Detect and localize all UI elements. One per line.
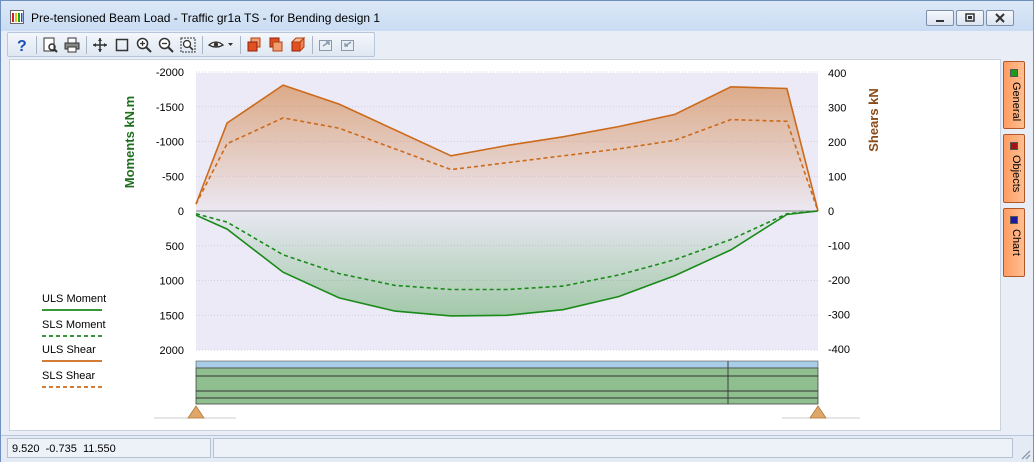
- right-tick-label: 0: [828, 206, 834, 218]
- tab-objects[interactable]: Objects: [1003, 134, 1025, 203]
- zoom-extents-button[interactable]: [178, 35, 198, 55]
- print-preview-button[interactable]: [40, 35, 60, 55]
- view-side-button[interactable]: [266, 35, 286, 55]
- coordinates-panel: 9.520 -0.735 11.550: [7, 438, 211, 458]
- right-support-icon: [809, 405, 827, 419]
- general-square-icon: [1010, 69, 1018, 77]
- zoom-out-icon: [158, 37, 174, 53]
- beam-body: [195, 367, 819, 405]
- tab-chart[interactable]: Chart: [1003, 208, 1025, 277]
- import-icon: [341, 40, 354, 51]
- beam-top-flange: [195, 360, 819, 369]
- tab-general[interactable]: General: [1003, 61, 1025, 129]
- question-icon: ?: [17, 38, 27, 53]
- minimize-icon: [936, 20, 944, 22]
- zoom-in-icon: [136, 37, 152, 53]
- move-arrows-icon: [93, 38, 107, 52]
- tab-objects-label: Objects: [1010, 155, 1022, 193]
- export-button[interactable]: [316, 35, 336, 55]
- resize-grip-icon[interactable]: [1019, 448, 1031, 460]
- print-button[interactable]: [62, 35, 82, 55]
- zoom-out-button[interactable]: [156, 35, 176, 55]
- right-tick-label: -100: [828, 241, 850, 253]
- tab-chart-label: Chart: [1010, 229, 1022, 256]
- restore-button[interactable]: [956, 10, 984, 26]
- cube-3d-icon: [290, 37, 306, 53]
- right-tick-label: 300: [828, 103, 846, 115]
- legend-label: SLS Shear: [42, 370, 96, 382]
- toolbar-separator: [86, 36, 87, 54]
- eye-icon: [208, 41, 233, 48]
- left-support-icon: [187, 405, 205, 419]
- export-icon: [319, 40, 332, 51]
- pan-button[interactable]: [90, 35, 110, 55]
- zoom-in-button[interactable]: [134, 35, 154, 55]
- toolbar-separator: [312, 36, 313, 54]
- right-tick-label: -300: [828, 310, 850, 322]
- toolbar-separator: [202, 36, 203, 54]
- left-tick-label: 2000: [160, 345, 184, 357]
- help-button[interactable]: ?: [12, 35, 32, 55]
- toolbar-separator: [36, 36, 37, 54]
- shears-axis-title: Shears kN: [866, 88, 881, 152]
- legend-label: ULS Moment: [42, 293, 106, 305]
- view-3d-button[interactable]: [288, 35, 308, 55]
- cube-front-icon: [247, 37, 261, 52]
- status-bar: 9.520 -0.735 11.550: [1, 435, 1033, 462]
- moments-axis-title: Moments kN.m: [122, 96, 137, 188]
- right-tick-label: 100: [828, 172, 846, 184]
- legend-label: ULS Shear: [42, 344, 96, 356]
- legend-label: SLS Moment: [42, 319, 106, 331]
- rectangle-icon: [115, 38, 129, 52]
- left-tick-label: 1500: [160, 310, 184, 322]
- import-button[interactable]: [338, 35, 358, 55]
- left-tick-label: -2000: [156, 67, 184, 79]
- view-front-button[interactable]: [244, 35, 264, 55]
- tab-general-label: General: [1010, 82, 1022, 122]
- right-tick-label: -200: [828, 275, 850, 287]
- right-tick-label: 400: [828, 68, 846, 80]
- view-dropdown-button[interactable]: [206, 35, 236, 55]
- left-tick-label: -1500: [156, 102, 184, 114]
- window-title: Pre-tensioned Beam Load - Traffic gr1a T…: [31, 11, 381, 25]
- chart-square-icon: [1010, 216, 1018, 224]
- right-tick-label: 200: [828, 137, 846, 149]
- left-tick-label: -500: [162, 171, 184, 183]
- zoom-window-button[interactable]: [112, 35, 132, 55]
- toolbar-separator: [240, 36, 241, 54]
- load-chart: -2000 400-1500 300-1000 200-500 1000 0500 -100…: [42, 67, 881, 419]
- coordinates-readout: 9.520 -0.735 11.550: [12, 443, 116, 455]
- app-icon: [10, 10, 24, 24]
- title-bar[interactable]: Pre-tensioned Beam Load - Traffic gr1a T…: [1, 1, 1033, 31]
- left-tick-label: 1000: [160, 276, 184, 288]
- restore-icon: [965, 13, 975, 22]
- chart-window: Pre-tensioned Beam Load - Traffic gr1a T…: [0, 0, 1034, 462]
- right-tick-label: -400: [828, 344, 850, 356]
- toolbar: ?: [7, 32, 375, 57]
- chart-canvas[interactable]: -2000 400 -1500 300 -1000 200 -500 100 0 0 500 -100…: [9, 59, 1001, 431]
- left-tick-label: 500: [166, 241, 184, 253]
- close-icon: [995, 13, 1005, 23]
- printer-icon: [64, 37, 80, 53]
- left-tick-label: -1000: [156, 137, 184, 149]
- status-panel: [213, 438, 1013, 458]
- print-preview-icon: [43, 37, 58, 53]
- left-tick-label: 0: [178, 206, 184, 218]
- objects-square-icon: [1010, 142, 1018, 150]
- close-button[interactable]: [986, 10, 1014, 26]
- minimize-button[interactable]: [926, 10, 954, 26]
- cube-side-icon: [269, 37, 283, 52]
- svg-text:?: ?: [17, 38, 27, 53]
- zoom-extents-icon: [180, 37, 196, 53]
